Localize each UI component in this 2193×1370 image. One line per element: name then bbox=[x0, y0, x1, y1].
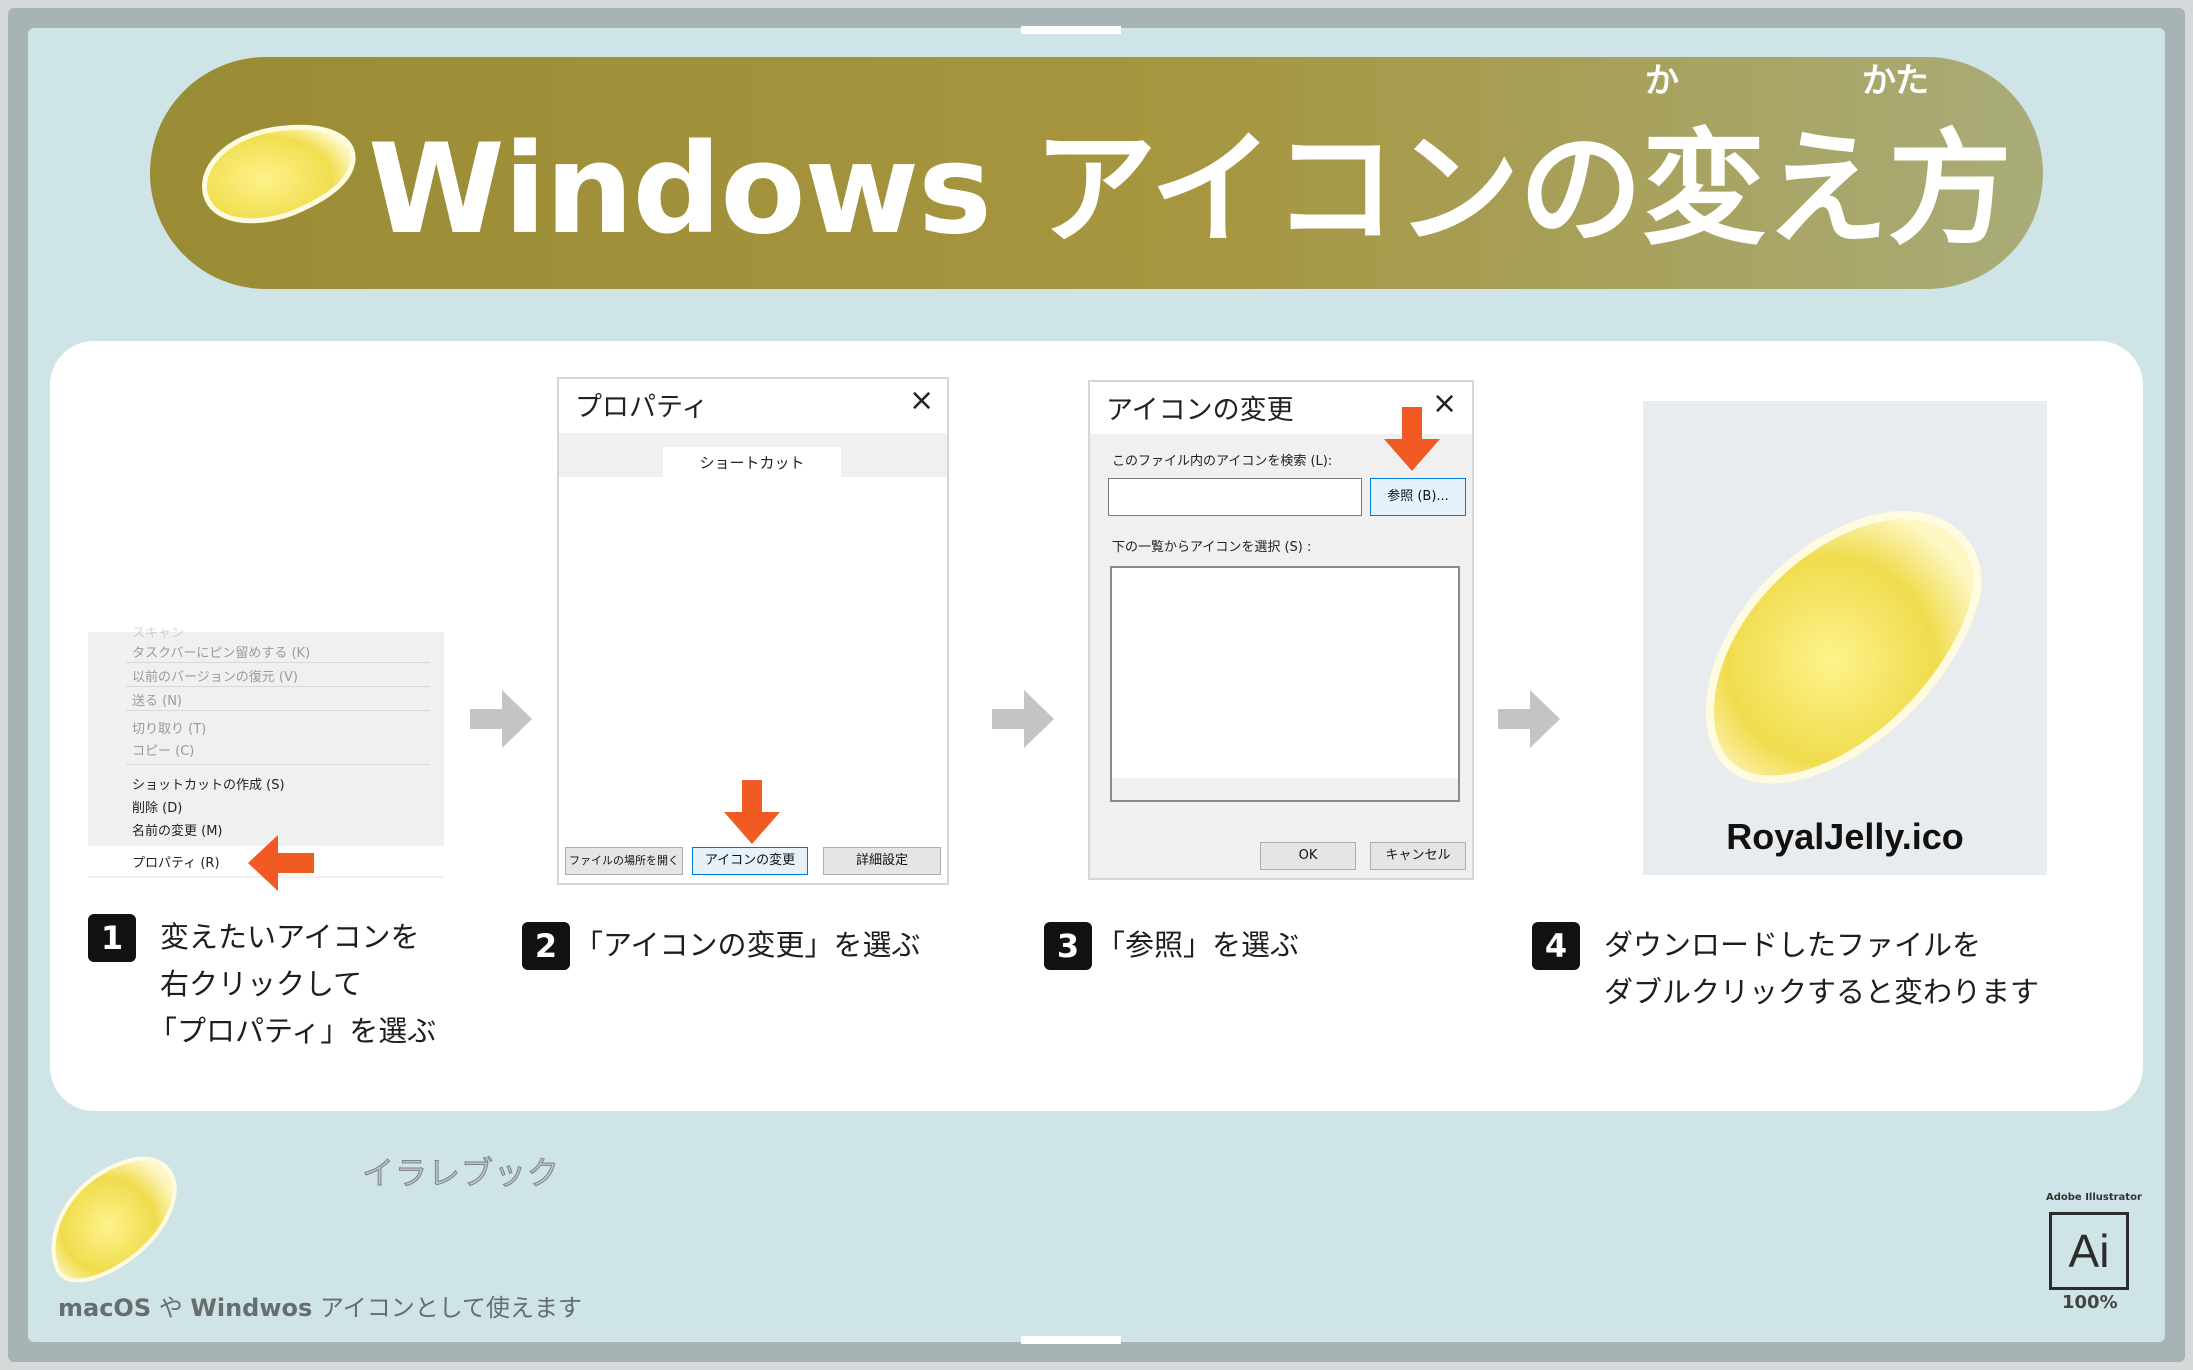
arrow-down-icon bbox=[1384, 407, 1440, 471]
step-4-caption: 4 ダウンロードしたファイルを ダブルクリックすると変わります bbox=[1532, 922, 2039, 1016]
icon-filename: RoyalJelly.ico bbox=[1726, 816, 1964, 857]
top-notch bbox=[1021, 26, 1121, 34]
usage-note-sep: や bbox=[151, 1294, 191, 1322]
page-title-text: Windows アイコンの変え方 bbox=[368, 118, 2012, 262]
arrow-right-icon bbox=[1498, 690, 1560, 748]
step-1-caption: 1 変えたいアイコンを 右クリックして 「プロパティ」を選ぶ bbox=[88, 914, 436, 1055]
advanced-button[interactable]: 詳細設定 bbox=[823, 847, 941, 875]
open-file-location-button[interactable]: ファイルの場所を開く bbox=[565, 847, 683, 875]
step-3-caption: 3 「参照」を選ぶ bbox=[1044, 922, 1299, 970]
illustrator-label: Adobe Illustrator bbox=[2046, 1192, 2142, 1203]
step-text-line: 右クリックして bbox=[160, 967, 363, 1001]
icon-list[interactable] bbox=[1110, 566, 1460, 802]
step-number-badge: 3 bbox=[1044, 922, 1092, 970]
list-label: 下の一覧からアイコンを選択 (S) : bbox=[1112, 540, 1312, 555]
context-menu-item[interactable]: 削除 (D) bbox=[132, 797, 182, 816]
step-number-badge: 1 bbox=[88, 914, 136, 962]
step-text-line: 変えたいアイコンを bbox=[160, 920, 420, 954]
context-menu-item[interactable]: スキャン bbox=[132, 622, 184, 641]
menu-separator bbox=[126, 686, 430, 687]
context-menu-item[interactable]: 切り取り (T) bbox=[132, 718, 206, 737]
adobe-illustrator-icon: Ai bbox=[2049, 1212, 2129, 1290]
change-icon-button[interactable]: アイコンの変更 bbox=[692, 847, 808, 875]
royal-jelly-icon bbox=[202, 124, 356, 224]
context-menu-item[interactable]: ショットカットの作成 (S) bbox=[132, 774, 285, 793]
context-menu-item[interactable]: 送る (N) bbox=[132, 690, 182, 709]
usage-note: macOS や Windwos アイコンとして使えます bbox=[58, 1288, 582, 1323]
context-menu-item[interactable]: 以前のバージョンの復元 (V) bbox=[132, 666, 298, 685]
browse-button[interactable]: 参照 (B)... bbox=[1370, 478, 1466, 516]
properties-menu-item[interactable]: プロパティ (R) bbox=[132, 852, 220, 871]
properties-dialog-title: プロパティ bbox=[575, 392, 709, 423]
tab-shortcut[interactable]: ショートカット bbox=[663, 447, 841, 479]
royal-jelly-icon bbox=[1705, 511, 1982, 784]
context-menu-item[interactable]: タスクバーにピン留めする (K) bbox=[132, 642, 310, 661]
icon-list-scrollbar[interactable] bbox=[1112, 778, 1458, 800]
step-text-line: ダウンロードしたファイルを bbox=[1604, 928, 1982, 962]
menu-separator bbox=[126, 710, 430, 711]
context-menu-item[interactable]: コピー (C) bbox=[132, 740, 194, 759]
royal-jelly-icon bbox=[51, 1156, 177, 1283]
brand-logo-text: イラレブック bbox=[361, 1154, 561, 1193]
arrow-left-icon bbox=[248, 835, 314, 891]
search-label: このファイル内のアイコンを検索 (L): bbox=[1112, 454, 1333, 469]
usage-note-windows: Windwos bbox=[190, 1294, 313, 1322]
menu-separator bbox=[126, 662, 430, 663]
menu-separator bbox=[126, 764, 430, 765]
bottom-notch bbox=[1021, 1336, 1121, 1344]
file-path-input[interactable] bbox=[1108, 478, 1362, 516]
arrow-right-icon bbox=[470, 690, 532, 748]
zoom-level: 100% bbox=[2062, 1292, 2118, 1313]
change-icon-dialog-title: アイコンの変更 bbox=[1106, 395, 1294, 426]
arrow-down-icon bbox=[724, 780, 780, 844]
step-number-badge: 2 bbox=[522, 922, 570, 970]
step-text-line: ダブルクリックすると変わります bbox=[1604, 975, 2040, 1009]
ruby-kata: かた bbox=[1862, 61, 1929, 101]
usage-note-macos: macOS bbox=[58, 1294, 152, 1322]
close-icon[interactable]: × bbox=[909, 383, 934, 418]
step-number-badge: 4 bbox=[1532, 922, 1580, 970]
step-2-caption: 2 「アイコンの変更」を選ぶ bbox=[522, 922, 921, 970]
ruby-ka: か bbox=[1645, 61, 1679, 101]
step-text-line: 「プロパティ」を選ぶ bbox=[148, 1014, 437, 1048]
cancel-button[interactable]: キャンセル bbox=[1370, 842, 1466, 870]
step-text-line: 「アイコンの変更」を選ぶ bbox=[574, 928, 921, 962]
usage-note-tail: アイコンとして使えます bbox=[312, 1294, 583, 1322]
icon-preview: RoyalJelly.ico bbox=[1643, 401, 2047, 875]
context-menu-item[interactable]: 名前の変更 (M) bbox=[132, 820, 223, 839]
page-title: Windows アイコンの変え方 か かた bbox=[368, 64, 2012, 252]
arrow-right-icon bbox=[992, 690, 1054, 748]
ok-button[interactable]: OK bbox=[1260, 842, 1356, 870]
